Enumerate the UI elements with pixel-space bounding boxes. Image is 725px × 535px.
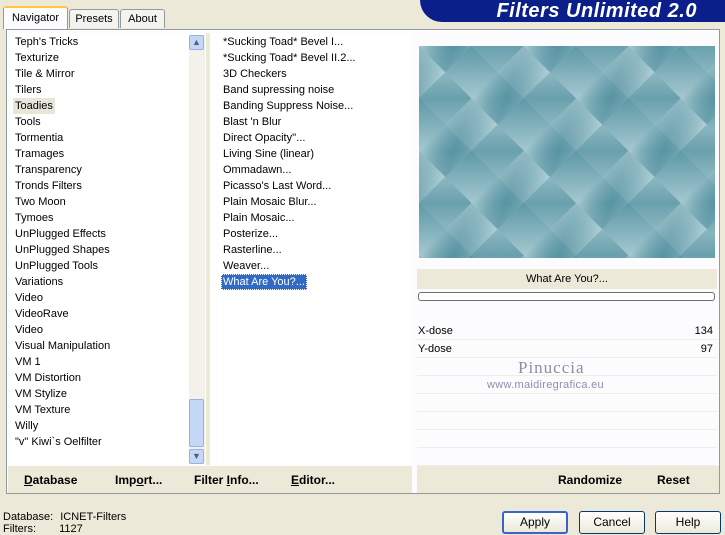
filter-item[interactable]: Ommadawn... xyxy=(221,162,293,178)
category-item[interactable]: Texturize xyxy=(13,50,61,66)
filter-info-button[interactable]: Filter Info... xyxy=(194,473,259,487)
category-item[interactable]: VideoRave xyxy=(13,306,71,322)
category-item[interactable]: Two Moon xyxy=(13,194,68,210)
category-item[interactable]: Tile & Mirror xyxy=(13,66,76,82)
category-item[interactable]: Video xyxy=(13,322,45,338)
apply-button[interactable]: Apply xyxy=(502,511,568,534)
param-row[interactable]: Y-dose 97 xyxy=(417,341,717,358)
param-label: X-dose xyxy=(418,325,453,337)
cancel-button[interactable]: Cancel xyxy=(579,511,645,534)
filter-item[interactable]: Direct Opacity''... xyxy=(221,130,307,146)
app-banner: Filters Unlimited 2.0 xyxy=(420,0,725,22)
filter-item[interactable]: Picasso's Last Word... xyxy=(221,178,333,194)
category-item[interactable]: Visual Manipulation xyxy=(13,338,112,354)
randomize-button[interactable]: Randomize xyxy=(558,473,622,487)
scroll-up-icon[interactable]: ▲ xyxy=(189,35,204,50)
category-item[interactable]: Transparency xyxy=(13,162,84,178)
preview-image xyxy=(419,46,715,258)
category-item[interactable]: Willy xyxy=(13,418,40,434)
param-row[interactable]: X-dose 134 xyxy=(417,323,717,340)
status-filters-value: 1127 xyxy=(59,523,83,535)
filter-item[interactable]: Plain Mosaic Blur... xyxy=(221,194,319,210)
filter-item[interactable]: What Are You?... xyxy=(221,274,307,290)
tab-about[interactable]: About xyxy=(120,9,165,28)
empty-param-row xyxy=(417,449,717,466)
filter-item[interactable]: Plain Mosaic... xyxy=(221,210,297,226)
filter-item[interactable]: Living Sine (linear) xyxy=(221,146,316,162)
database-button[interactable]: Database xyxy=(24,473,77,487)
status-filters: Filters: 1127 xyxy=(3,523,83,535)
filter-item[interactable]: *Sucking Toad* Bevel I... xyxy=(221,34,345,50)
reset-button[interactable]: Reset xyxy=(657,473,690,487)
category-item[interactable]: Teph's Tricks xyxy=(13,34,80,50)
category-list: Teph's Tricks Texturize Tile & Mirror Tiler… xyxy=(10,33,206,465)
filter-item[interactable]: 3D Checkers xyxy=(221,66,289,82)
empty-param-row xyxy=(417,413,717,430)
filter-list: *Sucking Toad* Bevel I... *Sucking Toad* … xyxy=(210,33,412,465)
category-item[interactable]: Tymoes xyxy=(13,210,56,226)
status-filters-label: Filters: xyxy=(3,523,36,535)
param-label: Y-dose xyxy=(418,343,452,355)
param-value: 134 xyxy=(694,325,713,337)
scroll-down-icon[interactable]: ▼ xyxy=(189,449,204,464)
tab-presets[interactable]: Presets xyxy=(69,9,119,28)
category-scrollbar[interactable]: ▲ ▼ xyxy=(189,35,205,464)
filter-item[interactable]: Blast 'n Blur xyxy=(221,114,283,130)
list-toolbar: Database Import... Filter Info... Editor… xyxy=(8,466,412,493)
category-item[interactable]: VM 1 xyxy=(13,354,43,370)
category-item[interactable]: UnPlugged Effects xyxy=(13,226,108,242)
editor-button[interactable]: Editor... xyxy=(291,473,335,487)
category-item[interactable]: Video xyxy=(13,290,45,306)
filter-item[interactable]: Posterize... xyxy=(221,226,280,242)
scroll-thumb[interactable] xyxy=(189,399,204,447)
category-item[interactable]: "v" Kiwi`s Oelfilter xyxy=(13,434,104,450)
category-item[interactable]: Tools xyxy=(13,114,43,130)
category-item[interactable]: UnPlugged Shapes xyxy=(13,242,112,258)
category-item[interactable]: Tramages xyxy=(13,146,66,162)
progress-bar xyxy=(418,292,715,301)
category-item[interactable]: Tormentia xyxy=(13,130,65,146)
import-button[interactable]: Import... xyxy=(115,473,162,487)
filter-item[interactable]: Rasterline... xyxy=(221,242,284,258)
filter-item[interactable]: *Sucking Toad* Bevel II.2... xyxy=(221,50,358,66)
watermark-url: www.maidiregrafica.eu xyxy=(487,379,604,391)
category-item[interactable]: VM Texture xyxy=(13,402,72,418)
category-item[interactable]: VM Stylize xyxy=(13,386,69,402)
param-value: 97 xyxy=(700,343,713,355)
category-item[interactable]: Tronds Filters xyxy=(13,178,84,194)
category-item[interactable]: Toadies xyxy=(13,98,55,114)
empty-param-row xyxy=(417,395,717,412)
empty-param-row xyxy=(417,431,717,448)
watermark-name: Pinuccia xyxy=(518,358,585,377)
preview-toolbar: Randomize Reset xyxy=(417,466,719,493)
app-title: Filters Unlimited 2.0 xyxy=(496,0,697,22)
status-database: Database: ICNET-Filters xyxy=(3,511,126,523)
filter-item[interactable]: Band supressing noise xyxy=(221,82,336,98)
preview-filter-name: What Are You?... xyxy=(417,269,717,289)
help-button[interactable]: Help xyxy=(655,511,721,534)
category-item[interactable]: VM Distortion xyxy=(13,370,83,386)
status-database-value: ICNET-Filters xyxy=(60,511,127,523)
filter-item[interactable]: Banding Suppress Noise... xyxy=(221,98,355,114)
category-item[interactable]: UnPlugged Tools xyxy=(13,258,100,274)
filter-item[interactable]: Weaver... xyxy=(221,258,271,274)
tab-navigator[interactable]: Navigator xyxy=(3,6,68,29)
status-database-label: Database: xyxy=(3,511,54,523)
category-item[interactable]: Tilers xyxy=(13,82,43,98)
category-item[interactable]: Variations xyxy=(13,274,65,290)
